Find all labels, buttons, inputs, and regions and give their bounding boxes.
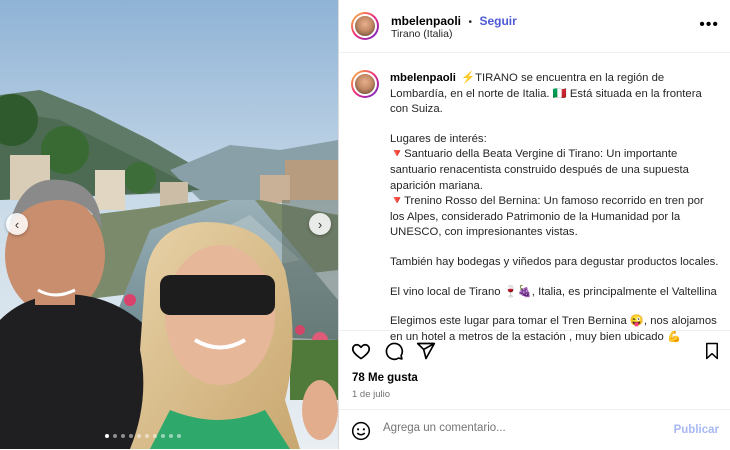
username-link[interactable]: mbelenpaoli	[391, 14, 461, 28]
carousel-dot	[113, 434, 117, 438]
post-details-panel: mbelenpaoli • Seguir Tirano (Italia) •••…	[338, 0, 730, 449]
carousel-dot	[105, 434, 109, 438]
next-slide-button[interactable]: ›	[309, 213, 331, 235]
photo-image	[0, 0, 338, 449]
emoji-icon[interactable]	[351, 421, 371, 446]
carousel-dot	[177, 434, 181, 438]
carousel-dot	[121, 434, 125, 438]
caption-avatar-image	[353, 72, 377, 96]
heart-icon[interactable]	[351, 341, 371, 366]
chevron-left-icon: ‹	[14, 216, 20, 232]
carousel-dot	[137, 434, 141, 438]
publish-button[interactable]: Publicar	[674, 424, 719, 436]
avatar-image	[353, 14, 377, 38]
chevron-right-icon: ›	[317, 216, 323, 232]
caption-point-trenino: 🔻Trenino Rosso del Bernina: Un famoso re…	[390, 195, 704, 239]
caption-first-paragraph: mbelenpaoli ⚡TIRANO se encuentra en la r…	[390, 71, 720, 118]
comment-bar: Publicar	[339, 409, 730, 450]
caption-wineries: También hay bodegas y viñedos para degus…	[390, 255, 719, 268]
caption-heading: Lugares de interés:	[390, 132, 487, 145]
likes-count[interactable]: 78 Me gusta	[352, 372, 418, 384]
previous-slide-button[interactable]: ‹	[6, 213, 28, 235]
bookmark-icon[interactable]	[703, 341, 721, 366]
comment-icon[interactable]	[384, 341, 404, 366]
action-bar	[339, 330, 730, 371]
post-header: mbelenpaoli • Seguir Tirano (Italia) •••	[339, 0, 730, 53]
follow-button[interactable]: Seguir	[479, 14, 516, 28]
carousel-dot	[153, 434, 157, 438]
carousel-indicator	[105, 434, 181, 438]
caption-wine: El vino local de Tirano 🍷🍇, Italia, es p…	[390, 285, 717, 298]
caption-username[interactable]: mbelenpaoli	[390, 72, 456, 84]
share-icon[interactable]	[416, 341, 436, 366]
more-options-icon[interactable]: •••	[699, 16, 719, 34]
post-caption: mbelenpaoli ⚡TIRANO se encuentra en la r…	[390, 71, 720, 359]
post-date[interactable]: 1 de julio	[352, 389, 390, 400]
location-link[interactable]: Tirano (Italia)	[391, 28, 452, 40]
caption-point-santuario: 🔻Santuario della Beata Vergine di Tirano…	[390, 148, 689, 192]
comment-input[interactable]	[383, 422, 663, 434]
carousel-dot	[161, 434, 165, 438]
avatar[interactable]	[351, 12, 379, 40]
post-photo: ‹ ›	[0, 0, 338, 449]
carousel-dot	[145, 434, 149, 438]
caption-avatar[interactable]	[351, 70, 379, 98]
carousel-dot	[129, 434, 133, 438]
carousel-dot	[169, 434, 173, 438]
separator-dot: •	[468, 17, 472, 28]
